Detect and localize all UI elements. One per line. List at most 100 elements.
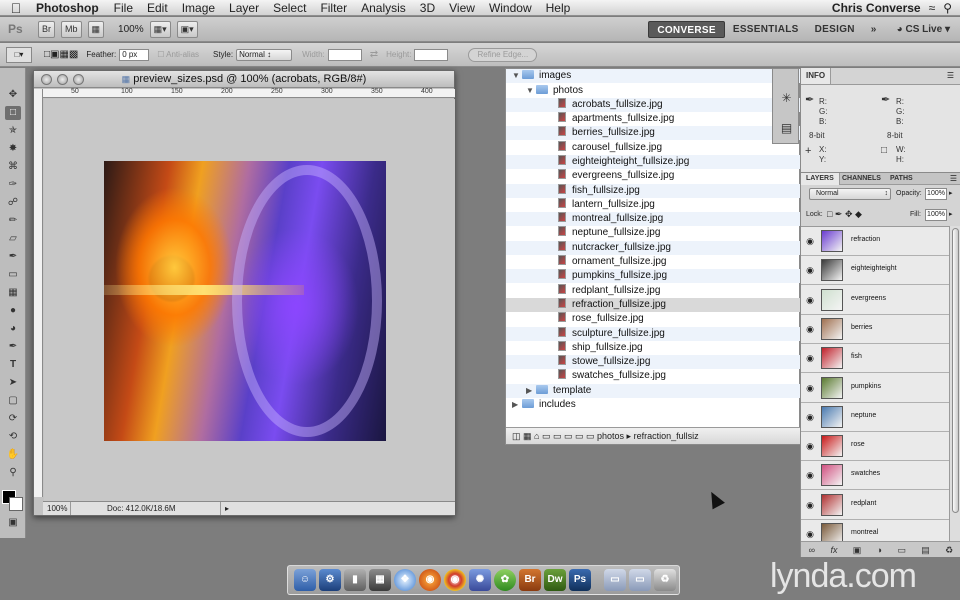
layer-name[interactable]: refraction <box>851 236 880 243</box>
move-tool-icon[interactable]: ✥ <box>5 88 21 102</box>
blur-tool-icon[interactable]: ● <box>5 304 21 318</box>
delete-layer-icon[interactable]: ♻ <box>945 542 953 557</box>
file-row[interactable]: nutcracker_fullsize.jpg <box>506 241 801 255</box>
eraser-tool-icon[interactable]: ▭ <box>5 268 21 282</box>
folder-row-images[interactable]: ▼ images <box>506 69 801 83</box>
brush-tool-icon[interactable]: ✏ <box>5 214 21 228</box>
layer-row[interactable]: ◉ eighteighteight <box>801 256 949 286</box>
path-file[interactable]: refraction_fullsiz <box>634 431 699 441</box>
document-window[interactable]: ▦ preview_sizes.psd @ 100% (acrobats, RG… <box>33 70 455 516</box>
chrome-icon[interactable]: ◉ <box>444 569 466 591</box>
file-row[interactable]: rose_fullsize.jpg <box>506 312 801 326</box>
file-row[interactable]: neptune_fullsize.jpg <box>506 226 801 240</box>
layer-name[interactable]: berries <box>851 324 872 331</box>
height-input[interactable] <box>414 48 449 61</box>
layer-thumbnail[interactable] <box>821 288 843 311</box>
visibility-eye-icon[interactable]: ◉ <box>804 324 816 334</box>
disclosure-closed-icon[interactable]: ▶ <box>512 398 522 412</box>
menu-filter[interactable]: Filter <box>313 0 354 16</box>
layer-row[interactable]: ◉ refraction <box>801 227 949 256</box>
status-arrow-icon[interactable]: ▸ <box>221 502 229 515</box>
ical-icon[interactable]: ▦ <box>369 569 391 591</box>
swap-icon[interactable]: ⇄ <box>370 49 378 60</box>
disclosure-open-icon[interactable]: ▼ <box>512 69 522 83</box>
launch-minibridge-button[interactable]: Mb <box>61 20 82 38</box>
new-layer-icon[interactable]: ▤ <box>921 542 930 557</box>
layer-name[interactable]: evergreens <box>851 295 886 302</box>
panel-menu-icon[interactable]: ☰ <box>950 174 957 183</box>
applications-stack-icon[interactable]: ▭ <box>604 569 626 591</box>
status-zoom-field[interactable]: 100% <box>43 502 71 515</box>
layer-row[interactable]: ◉ swatches <box>801 461 949 491</box>
layer-row[interactable]: ◉ neptune <box>801 403 949 432</box>
layer-row[interactable]: ◉ evergreens <box>801 286 949 315</box>
layer-list[interactable]: ◉ refraction ◉ eighteighteight ◉ evergreens ◉ b… <box>801 226 949 541</box>
status-doc-size[interactable]: Doc: 412.0K/18.6M <box>71 502 221 515</box>
visibility-eye-icon[interactable]: ◉ <box>804 441 816 451</box>
crop-tool-icon[interactable]: ⌘ <box>5 160 21 174</box>
system-preferences-icon[interactable]: ⚙ <box>319 569 341 591</box>
fill-arrow-icon[interactable]: ▸ <box>949 210 953 218</box>
tab-info[interactable]: INFO <box>801 68 832 84</box>
layer-row[interactable]: ◉ montreal <box>801 520 949 541</box>
cs-live-button[interactable]: ◕ CS Live ▾ <box>897 24 950 35</box>
layer-name[interactable]: pumpkins <box>851 383 881 390</box>
layer-thumbnail[interactable] <box>821 376 843 399</box>
visibility-eye-icon[interactable]: ◉ <box>804 295 816 305</box>
layer-row[interactable]: ◉ rose <box>801 432 949 462</box>
folder-row-photos[interactable]: ▼ photos <box>506 84 801 98</box>
menu-image[interactable]: Image <box>175 0 222 16</box>
opacity-input[interactable]: 100% <box>925 188 947 200</box>
blend-mode-select[interactable]: Normal ↕ <box>809 188 891 200</box>
visibility-eye-icon[interactable]: ◉ <box>804 412 816 422</box>
tab-layers[interactable]: LAYERS <box>801 173 840 185</box>
visibility-eye-icon[interactable]: ◉ <box>804 383 816 393</box>
opacity-arrow-icon[interactable]: ▸ <box>949 189 953 197</box>
document-titlebar[interactable]: ▦ preview_sizes.psd @ 100% (acrobats, RG… <box>34 71 454 88</box>
navigator-icon[interactable]: ✳ <box>779 91 794 106</box>
workspace-design[interactable]: DESIGN <box>807 21 863 38</box>
terminal-icon[interactable]: ▮ <box>344 569 366 591</box>
fill-input[interactable]: 100% <box>925 209 947 221</box>
photoshop-dock-icon[interactable]: Ps <box>569 569 591 591</box>
lasso-tool-icon[interactable]: ✯ <box>5 124 21 138</box>
link-layers-icon[interactable]: ∞ <box>809 542 815 557</box>
file-row[interactable]: ship_fullsize.jpg <box>506 341 801 355</box>
path-folder-photos[interactable]: photos <box>597 431 624 441</box>
layer-thumbnail[interactable] <box>821 317 843 340</box>
layer-thumbnail[interactable] <box>821 523 843 541</box>
refine-edge-button[interactable]: Refine Edge... <box>468 47 538 62</box>
background-color-swatch[interactable] <box>9 497 23 511</box>
workspace-converse[interactable]: CONVERSE <box>648 20 725 38</box>
path-crumbs-icon[interactable]: ◫ ▦ ⌂ ▭ ▭ ▭ ▭ ▭ <box>512 431 594 441</box>
notes-icon[interactable]: ▤ <box>779 121 794 136</box>
layer-style-icon[interactable]: fx <box>830 542 837 557</box>
file-row[interactable]: fish_fullsize.jpg <box>506 184 801 198</box>
apple-icon[interactable]:  <box>0 0 32 16</box>
leaf-app-icon[interactable]: ✿ <box>494 569 516 591</box>
layer-mask-icon[interactable]: ▣ <box>853 542 862 557</box>
menu-file[interactable]: File <box>107 0 140 16</box>
file-row[interactable]: berries_fullsize.jpg <box>506 126 801 140</box>
file-row[interactable]: carousel_fullsize.jpg <box>506 141 801 155</box>
screen-mode-button[interactable]: ▣▾ <box>176 20 198 38</box>
layer-thumbnail[interactable] <box>821 259 843 282</box>
eyedropper-tool-icon[interactable]: ✑ <box>5 178 21 192</box>
layer-thumbnail[interactable] <box>821 230 843 252</box>
3d-rotate-tool-icon[interactable]: ⟳ <box>5 412 21 426</box>
layer-name[interactable]: swatches <box>851 470 880 477</box>
arrange-documents-button[interactable]: ▦▾ <box>149 20 171 38</box>
view-extras-button[interactable]: ▦ <box>87 20 105 38</box>
minimize-window-button[interactable] <box>57 74 68 85</box>
folder-row-includes[interactable]: ▶ includes <box>506 398 801 412</box>
layer-name[interactable]: neptune <box>851 412 876 419</box>
zoom-window-button[interactable] <box>73 74 84 85</box>
tab-channels[interactable]: CHANNELS <box>837 173 886 185</box>
layer-name[interactable]: fish <box>851 353 862 360</box>
feather-input[interactable]: 0 px <box>119 48 150 61</box>
visibility-eye-icon[interactable]: ◉ <box>804 265 816 275</box>
file-row-selected[interactable]: refraction_fullsize.jpg <box>506 298 801 312</box>
folder-row-template[interactable]: ▶ template <box>506 384 801 398</box>
menu-edit[interactable]: Edit <box>140 0 175 16</box>
layer-thumbnail[interactable] <box>821 347 843 370</box>
